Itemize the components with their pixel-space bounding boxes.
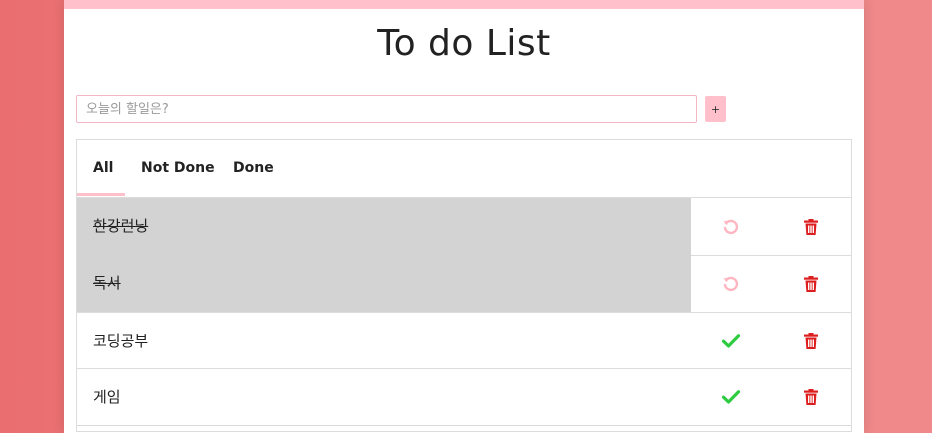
tab-bar: All Not Done Done xyxy=(77,140,851,198)
todo-card: To do List + All Not Done Done 한강런닝 xyxy=(64,0,864,433)
check-icon xyxy=(722,333,740,348)
undo-icon xyxy=(723,276,739,291)
check-icon xyxy=(722,390,740,404)
trash-icon xyxy=(804,218,818,235)
trash-icon xyxy=(804,275,818,292)
task-row: 게임 xyxy=(77,369,851,426)
tab-all[interactable]: All xyxy=(93,140,113,197)
undo-icon xyxy=(723,219,739,234)
task-text: 독서 xyxy=(93,274,121,292)
delete-button[interactable] xyxy=(791,313,831,368)
delete-button[interactable] xyxy=(791,255,831,312)
delete-button[interactable] xyxy=(791,198,831,255)
trash-icon xyxy=(804,332,818,349)
task-text-area: 게임 xyxy=(77,369,691,425)
tab-not-done[interactable]: Not Done xyxy=(141,140,215,197)
add-button[interactable]: + xyxy=(705,96,726,122)
check-button[interactable] xyxy=(711,369,751,425)
task-text: 한강런닝 xyxy=(93,217,149,235)
task-row: 한강런닝 xyxy=(77,198,851,256)
delete-button[interactable] xyxy=(791,369,831,425)
page-title: To do List xyxy=(377,23,551,64)
undo-button[interactable] xyxy=(711,198,751,255)
task-text-area: 독서 xyxy=(77,255,691,312)
task-input[interactable] xyxy=(76,95,697,123)
task-text: 코딩공부 xyxy=(93,332,149,350)
undo-button[interactable] xyxy=(711,255,751,312)
task-text: 게임 xyxy=(93,388,121,406)
tab-done[interactable]: Done xyxy=(233,140,274,197)
task-text-area: 한강런닝 xyxy=(77,198,691,255)
task-row: 독서 xyxy=(77,255,851,313)
task-row: 코딩공부 xyxy=(77,312,851,369)
active-tab-indicator xyxy=(77,193,125,196)
trash-icon xyxy=(804,389,818,405)
check-button[interactable] xyxy=(711,313,751,368)
task-panel: All Not Done Done 한강런닝 독서 코딩공부 게임 xyxy=(76,139,852,432)
task-text-area: 코딩공부 xyxy=(77,313,691,368)
